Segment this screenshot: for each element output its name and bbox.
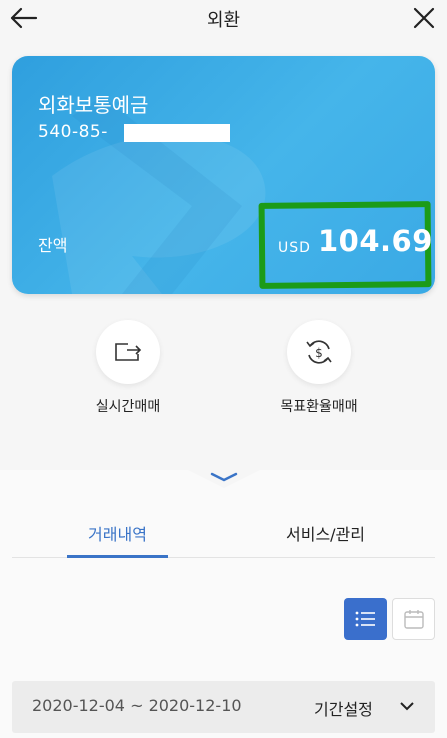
tab-service-management[interactable]: 서비스/관리 <box>286 521 365 545</box>
balance-amount: 104.69 <box>318 224 433 258</box>
calendar-icon <box>403 610 424 629</box>
calendar-view-button[interactable] <box>392 598 435 640</box>
balance-label: 잔액 <box>38 236 68 255</box>
realtime-trade-label: 실시간매매 <box>95 399 161 415</box>
tab-transaction-history[interactable]: 거래내역 <box>67 521 168 558</box>
app-header: 외환 <box>0 0 447 36</box>
list-icon <box>355 611 375 627</box>
chevron-down-icon <box>188 470 260 488</box>
tab-bar: 거래내역 서비스/관리 <box>12 513 435 558</box>
close-icon <box>413 7 435 29</box>
date-filter-bar: 2020-12-04 ~ 2020-12-10 기간설정 <box>12 681 435 733</box>
active-tab-indicator <box>67 555 168 558</box>
period-setting-label: 기간설정 <box>314 700 373 719</box>
list-view-button[interactable] <box>344 598 387 640</box>
date-range-text: 2020-12-04 ~ 2020-12-10 <box>32 696 242 715</box>
svg-text:$: $ <box>315 346 323 360</box>
account-name: 외화보통예금 <box>38 93 149 117</box>
collapse-toggle[interactable] <box>188 470 260 496</box>
account-number: 540-85- <box>38 122 108 142</box>
dollar-cycle-icon: $ <box>306 340 332 364</box>
target-rate-trade-label: 목표환율매매 <box>280 399 358 415</box>
account-number-mask <box>124 124 230 142</box>
page-title: 외환 <box>206 10 241 31</box>
close-button[interactable] <box>409 3 439 33</box>
period-setting-button[interactable]: 기간설정 <box>308 681 435 733</box>
exchange-transfer-icon <box>115 343 142 361</box>
currency-code: USD <box>278 240 311 256</box>
chevron-down-icon <box>400 702 414 711</box>
account-card[interactable]: 외화보통예금 540-85- 잔액 USD 104.69 <box>12 56 435 294</box>
target-rate-trade-button[interactable]: $ 목표환율매매 <box>259 320 379 416</box>
realtime-trade-button[interactable]: 실시간매매 <box>68 320 188 416</box>
